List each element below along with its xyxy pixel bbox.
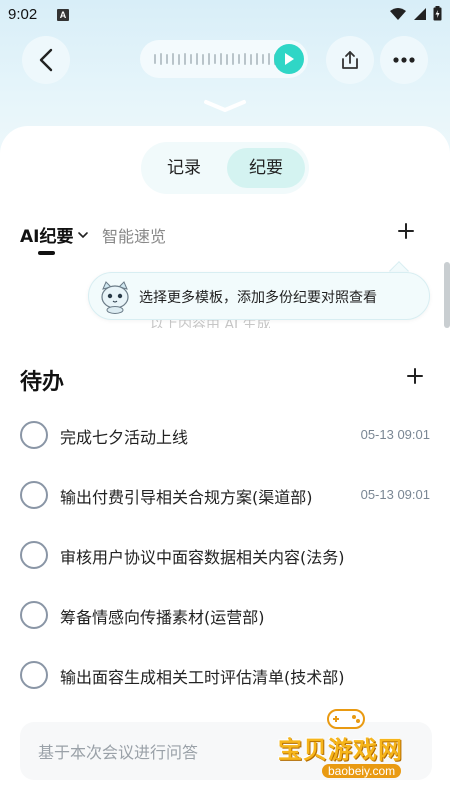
watermark-title: 宝贝游戏网 — [278, 736, 403, 764]
waveform-bar — [166, 54, 168, 64]
ai-summary-label: AI纪要 — [20, 227, 74, 247]
more-button[interactable] — [380, 36, 428, 84]
caret-down-icon — [78, 231, 89, 238]
todo-checkbox[interactable] — [20, 421, 48, 449]
qa-placeholder: 基于本次会议进行问答 — [38, 743, 199, 762]
waveform-bar — [172, 53, 174, 65]
waveform-bar — [232, 53, 234, 65]
todo-checkbox[interactable] — [20, 601, 48, 629]
add-todo-button[interactable] — [406, 367, 424, 389]
status-icons — [389, 6, 442, 21]
waveform-bar — [250, 53, 252, 65]
waveform — [154, 52, 282, 66]
todo-text: 完成七夕活动上线 — [60, 428, 189, 447]
waveform-bar — [202, 53, 204, 65]
waveform-bar — [238, 54, 240, 64]
todo-checkbox[interactable] — [20, 481, 48, 509]
todo-time: 05-13 09:01 — [360, 427, 430, 442]
notification-icon: A — [57, 9, 69, 21]
waveform-bar — [196, 53, 198, 65]
todo-text: 输出面容生成相关工时评估清单(技术部) — [60, 668, 345, 687]
view-switcher: 记录 纪要 — [141, 142, 309, 194]
waveform-bar — [226, 53, 228, 65]
gamepad-logo-icon — [327, 709, 365, 729]
ai-summary-tab[interactable]: AI纪要 — [20, 222, 89, 247]
todo-text: 审核用户协议中面容数据相关内容(法务) — [60, 548, 345, 567]
audio-player[interactable] — [140, 40, 308, 78]
waveform-bar — [214, 54, 216, 64]
todo-checkbox[interactable] — [20, 541, 48, 569]
todo-checkbox[interactable] — [20, 661, 48, 689]
tooltip-text: 选择更多模板，添加多份纪要对照查看 — [139, 290, 377, 306]
play-button[interactable] — [274, 44, 304, 74]
status-bar: 9:02 A — [0, 0, 450, 32]
todo-item[interactable]: 审核用户协议中面容数据相关内容(法务) — [20, 541, 432, 571]
todo-text: 筹备情感向传播素材(运营部) — [60, 608, 265, 627]
waveform-bar — [268, 53, 270, 65]
waveform-bar — [160, 53, 162, 65]
template-tooltip[interactable]: 选择更多模板，添加多份纪要对照查看 — [88, 272, 430, 320]
battery-icon — [433, 6, 442, 21]
share-button[interactable] — [326, 36, 374, 84]
waveform-bar — [256, 53, 258, 65]
signal-icon — [414, 7, 426, 20]
plus-icon — [407, 368, 423, 384]
watermark-url: baobeiy.com — [322, 764, 402, 778]
share-icon — [342, 51, 358, 69]
quick-view-tab[interactable]: 智能速览 — [102, 223, 166, 247]
todo-time: 05-13 09:01 — [360, 487, 430, 502]
back-button[interactable] — [22, 36, 70, 84]
collapse-handle[interactable] — [203, 98, 247, 117]
waveform-bar — [154, 54, 156, 64]
active-tab-indicator — [38, 251, 55, 255]
todo-item[interactable]: 筹备情感向传播素材(运营部) — [20, 601, 432, 631]
chevron-down-icon — [204, 100, 246, 112]
tab-record[interactable]: 记录 — [145, 148, 223, 188]
waveform-bar — [244, 53, 246, 65]
waveform-bar — [220, 53, 222, 65]
tab-summary[interactable]: 纪要 — [227, 148, 305, 188]
waveform-bar — [208, 53, 210, 65]
status-time: 9:02 — [8, 6, 38, 23]
todo-item[interactable]: 输出付费引导相关合规方案(渠道部) 05-13 09:01 — [20, 481, 432, 511]
plus-icon — [398, 223, 414, 239]
waveform-bar — [178, 53, 180, 65]
todo-text: 输出付费引导相关合规方案(渠道部) — [60, 488, 313, 507]
waveform-bar — [184, 53, 186, 65]
add-summary-button[interactable] — [397, 222, 415, 244]
mascot-cat-icon — [101, 281, 129, 314]
scrollbar[interactable] — [444, 262, 450, 328]
todo-item[interactable]: 完成七夕活动上线 05-13 09:01 — [20, 421, 432, 451]
todo-section-title: 待办 — [20, 370, 65, 395]
more-dots-icon — [393, 57, 415, 63]
todo-item[interactable]: 输出面容生成相关工时评估清单(技术部) — [20, 661, 432, 691]
wifi-icon — [390, 7, 406, 20]
play-icon — [285, 53, 294, 65]
waveform-bar — [262, 54, 264, 64]
chevron-left-icon — [39, 48, 53, 72]
waveform-bar — [190, 54, 192, 64]
site-watermark: 宝贝游戏网 baobeiy.com — [270, 690, 450, 800]
